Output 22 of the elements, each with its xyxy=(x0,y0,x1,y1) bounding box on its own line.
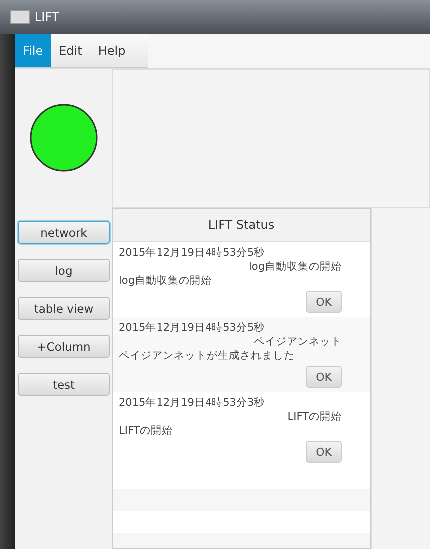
side-button[interactable]: +Column xyxy=(18,335,110,358)
entry-time: 2015年12月19日4時53分5秒 xyxy=(119,321,266,335)
panel-header: LIFT Status xyxy=(113,209,370,242)
entry-time: 2015年12月19日4時53分3秒 xyxy=(119,396,266,410)
menu-item[interactable]: Edit xyxy=(51,34,90,67)
side-button[interactable]: network xyxy=(18,221,110,244)
entry-source: ペイジアンネット xyxy=(254,335,342,349)
side-button[interactable]: test xyxy=(18,373,110,396)
entry-message: ペイジアンネットが生成されました xyxy=(119,349,296,363)
entry-time: 2015年12月19日4時53分5秒 xyxy=(119,246,266,260)
entry-source: log自動収集の開始 xyxy=(248,260,342,274)
side-button[interactable]: table view xyxy=(18,297,110,320)
menu-item[interactable]: Help xyxy=(90,34,134,67)
side-button[interactable]: log xyxy=(18,259,110,282)
ok-button[interactable]: OK xyxy=(306,366,342,388)
app-icon xyxy=(10,10,30,24)
ok-button[interactable]: OK xyxy=(306,291,342,313)
entry-message: log自動収集の開始 xyxy=(119,274,214,288)
ok-button[interactable]: OK xyxy=(306,441,342,463)
entry-source: LIFTの開始 xyxy=(288,410,342,424)
entry-message: LIFTの開始 xyxy=(119,424,174,438)
window-title: LIFT xyxy=(35,10,60,24)
